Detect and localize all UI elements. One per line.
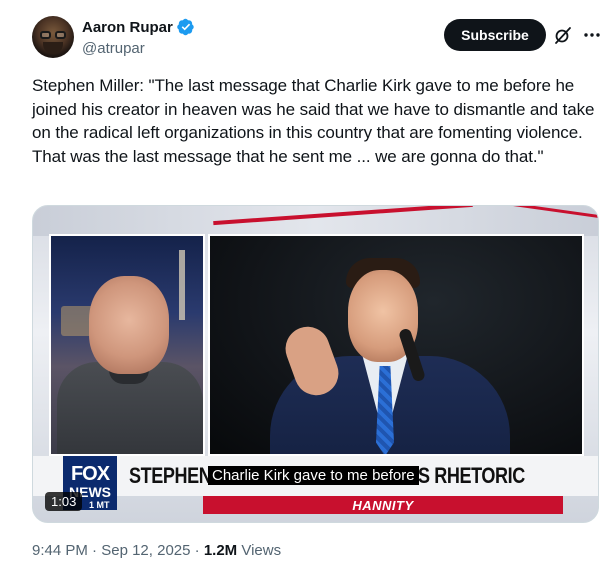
meta-separator: ·: [87, 542, 102, 559]
author-name-row: Aaron Rupar: [82, 18, 195, 36]
tweet-date[interactable]: Sep 12, 2025: [101, 542, 190, 559]
more-options-icon[interactable]: [582, 25, 602, 45]
author-handle[interactable]: @atrupar: [82, 40, 145, 57]
person-head: [89, 276, 169, 374]
views-count[interactable]: 1.2M: [204, 542, 237, 559]
background-monument: [179, 250, 185, 320]
verified-badge-icon[interactable]: [177, 18, 195, 36]
author-avatar[interactable]: [32, 16, 74, 58]
meta-separator: ·: [190, 542, 204, 559]
tweet-card: Aaron Rupar @atrupar Subscribe Stephen M…: [0, 0, 611, 566]
author-display-name[interactable]: Aaron Rupar: [82, 19, 173, 36]
time-zone-label: 1 MT: [89, 500, 110, 510]
video-caption: Charlie Kirk gave to me before: [208, 466, 419, 485]
tweet-meta: 9:44 PM · Sep 12, 2025 · 1.2M Views: [32, 542, 281, 559]
video-panel-right: [208, 234, 584, 456]
video-panel-left: [49, 234, 205, 456]
views-label: Views: [237, 542, 282, 559]
show-name-bar: HANNITY: [203, 496, 563, 514]
video-backdrop: [33, 206, 598, 236]
tweet-time[interactable]: 9:44 PM: [32, 542, 88, 559]
grok-icon[interactable]: [553, 25, 573, 45]
tweet-text: Stephen Miller: "The last message that C…: [32, 76, 595, 166]
logo-top-text: FOX: [70, 463, 110, 485]
avatar-beard: [43, 42, 63, 54]
avatar-glasses: [40, 31, 66, 39]
video-duration-badge: 1:03: [45, 492, 83, 511]
subscribe-button[interactable]: Subscribe: [444, 19, 546, 51]
video-player[interactable]: STEPHEN MILLER ON DANGEROUS RHETORIC Cha…: [32, 205, 599, 523]
